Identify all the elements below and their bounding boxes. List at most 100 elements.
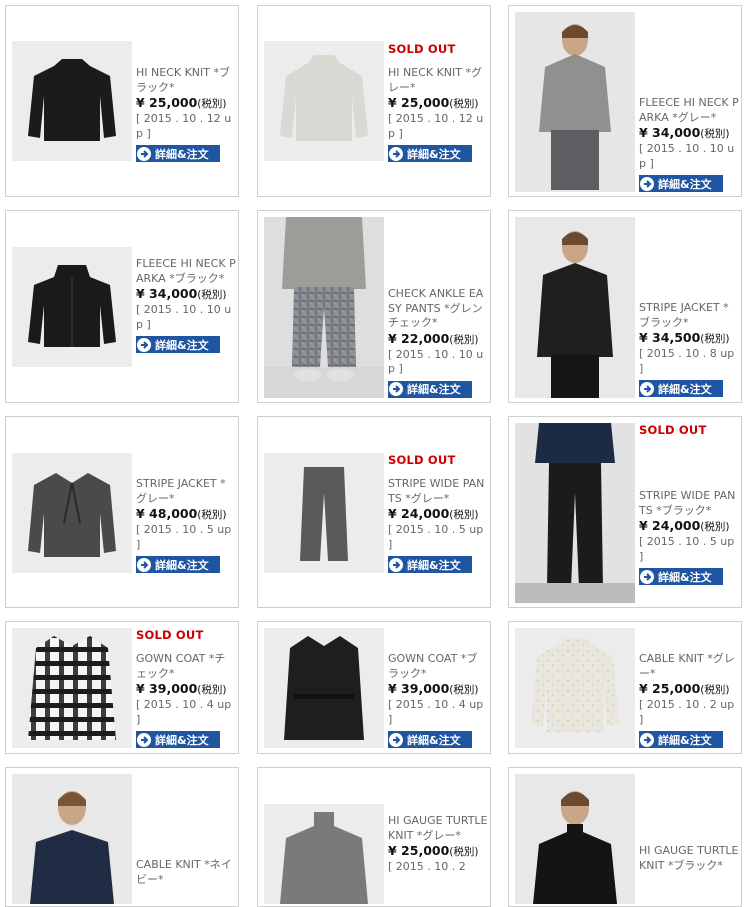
arrow-right-icon (640, 176, 654, 191)
product-info: SOLD OUT STRIPE WIDE PANTS *グレー* ¥ 24,00… (388, 453, 488, 574)
product-name[interactable]: HI NECK KNIT *グレー* (388, 66, 488, 95)
product-image[interactable] (264, 453, 384, 573)
product-image[interactable] (515, 774, 635, 904)
details-order-button[interactable]: 詳細&注文 (388, 380, 472, 398)
product-image[interactable] (515, 628, 635, 748)
product-name[interactable]: HI GAUGE TURTLE KNIT *ブラック* (639, 844, 739, 873)
details-order-button[interactable]: 詳細&注文 (639, 568, 723, 585)
upload-date: [ 2015 . 10 . 10 up ] (136, 303, 232, 331)
product-image[interactable] (515, 12, 635, 192)
product-price: ¥ 25,000(税別) (136, 95, 227, 110)
model-photo-icon (537, 231, 613, 398)
arrow-right-icon (389, 732, 403, 747)
arrow-right-icon (137, 557, 151, 572)
sold-out-badge: SOLD OUT (136, 628, 204, 642)
details-order-button[interactable]: 詳細&注文 (136, 556, 220, 573)
product-name[interactable]: STRIPE WIDE PANTS *ブラック* (639, 489, 739, 518)
details-order-button[interactable]: 詳細&注文 (388, 731, 472, 748)
sold-out-badge: SOLD OUT (388, 453, 456, 467)
product-name[interactable]: CHECK ANKLE EASY PANTS *グレンチェック* (388, 287, 488, 331)
product-price: ¥ 24,000(税別) (388, 506, 479, 521)
product-name[interactable]: FLEECE HI NECK PARKA *グレー* (639, 96, 739, 125)
product-name[interactable]: CABLE KNIT *グレー* (639, 652, 739, 681)
product-image[interactable] (12, 247, 132, 367)
details-order-button[interactable]: 詳細&注文 (136, 731, 220, 748)
product-price: ¥ 39,000(税別) (136, 681, 227, 696)
product-image[interactable] (12, 453, 132, 573)
pants-icon (300, 467, 348, 561)
parka-icon (28, 265, 116, 347)
product-card: SOLD OUT HI NECK KNIT *グレー* ¥ 25,000(税別)… (257, 5, 491, 197)
product-card: HI GAUGE TURTLE KNIT *ブラック* (508, 767, 742, 907)
sold-out-badge: SOLD OUT (639, 423, 707, 437)
product-image[interactable] (264, 628, 384, 748)
product-info: STRIPE JACKET *グレー* ¥ 48,000(税別) [ 2015 … (136, 477, 236, 574)
upload-date: [ 2015 . 10 . 5 up ] (388, 523, 484, 551)
product-name[interactable]: STRIPE JACKET *ブラック* (639, 301, 739, 330)
product-card: SOLD OUT GOWN COAT *チェック* ¥ 39,000(税別) [… (5, 621, 239, 754)
product-image[interactable] (264, 804, 384, 904)
arrow-right-icon (137, 146, 151, 161)
product-card: CHECK ANKLE EASY PANTS *グレンチェック* ¥ 22,00… (257, 210, 491, 403)
product-name[interactable]: FLEECE HI NECK PARKA *ブラック* (136, 257, 236, 286)
product-name[interactable]: STRIPE WIDE PANTS *グレー* (388, 477, 488, 506)
model-photo-icon (533, 791, 617, 904)
upload-date: [ 2015 . 10 . 4 up ] (388, 698, 484, 726)
arrow-right-icon (389, 557, 403, 572)
upload-date: [ 2015 . 10 . 12 up ] (136, 112, 232, 140)
product-info: CABLE KNIT *ネイビー* (136, 858, 236, 887)
turtleneck-icon (280, 812, 368, 904)
product-price: ¥ 25,000(税別) (388, 95, 479, 110)
product-name[interactable]: GOWN COAT *ブラック* (388, 652, 488, 681)
upload-date: [ 2015 . 10 . 2 (388, 860, 466, 873)
product-card: GOWN COAT *ブラック* ¥ 39,000(税別) [ 2015 . 1… (257, 621, 491, 754)
product-image[interactable] (264, 41, 384, 161)
upload-date: [ 2015 . 10 . 5 up ] (136, 523, 232, 551)
product-info: FLEECE HI NECK PARKA *ブラック* ¥ 34,000(税別)… (136, 257, 236, 354)
product-price: ¥ 34,000(税別) (639, 125, 730, 140)
product-name[interactable]: CABLE KNIT *ネイビー* (136, 858, 236, 887)
product-image[interactable] (12, 41, 132, 161)
product-name[interactable]: STRIPE JACKET *グレー* (136, 477, 236, 506)
sweater-icon (531, 638, 619, 732)
product-card: SOLD OUT STRIPE WIDE PANTS *グレー* ¥ 24,00… (257, 416, 491, 608)
product-info: HI GAUGE TURTLE KNIT *グレー* ¥ 25,000(税別) … (388, 814, 488, 875)
product-card: FLEECE HI NECK PARKA *ブラック* ¥ 34,000(税別)… (5, 210, 239, 403)
details-order-button[interactable]: 詳細&注文 (136, 336, 220, 353)
details-order-button[interactable]: 詳細&注文 (388, 556, 472, 573)
product-card: STRIPE JACKET *ブラック* ¥ 34,500(税別) [ 2015… (508, 210, 742, 403)
product-card: HI GAUGE TURTLE KNIT *グレー* ¥ 25,000(税別) … (257, 767, 491, 907)
product-price: ¥ 34,000(税別) (136, 286, 227, 301)
product-info: CABLE KNIT *グレー* ¥ 25,000(税別) [ 2015 . 1… (639, 652, 739, 749)
details-order-button[interactable]: 詳細&注文 (639, 380, 723, 397)
product-price: ¥ 25,000(税別) (639, 681, 730, 696)
details-order-button[interactable]: 詳細&注文 (388, 145, 472, 162)
upload-date: [ 2015 . 10 . 2 up ] (639, 698, 735, 726)
product-info: SOLD OUT STRIPE WIDE PANTS *ブラック* ¥ 24,0… (639, 423, 739, 586)
product-card: STRIPE JACKET *グレー* ¥ 48,000(税別) [ 2015 … (5, 416, 239, 608)
product-image[interactable] (515, 217, 635, 398)
details-order-button[interactable]: 詳細&注文 (639, 175, 723, 192)
product-image[interactable] (515, 423, 635, 603)
sweater-icon (28, 59, 116, 141)
product-image[interactable] (12, 628, 132, 748)
product-card: CABLE KNIT *ネイビー* (5, 767, 239, 907)
details-order-button[interactable]: 詳細&注文 (639, 731, 723, 748)
upload-date: [ 2015 . 10 . 4 up ] (136, 698, 232, 726)
model-photo-icon (539, 24, 611, 190)
model-photo-icon (515, 423, 635, 603)
upload-date: [ 2015 . 10 . 8 up ] (639, 347, 735, 375)
product-image[interactable] (264, 217, 384, 398)
details-order-button[interactable]: 詳細&注文 (136, 145, 220, 162)
model-photo-icon (264, 217, 384, 398)
product-name[interactable]: GOWN COAT *チェック* (136, 652, 236, 681)
product-info: STRIPE JACKET *ブラック* ¥ 34,500(税別) [ 2015… (639, 301, 739, 398)
product-info: SOLD OUT HI NECK KNIT *グレー* ¥ 25,000(税別)… (388, 42, 488, 163)
product-card: HI NECK KNIT *ブラック* ¥ 25,000(税別) [ 2015 … (5, 5, 239, 197)
product-name[interactable]: HI NECK KNIT *ブラック* (136, 66, 236, 95)
product-price: ¥ 34,500(税別) (639, 330, 730, 345)
upload-date: [ 2015 . 10 . 10 up ] (388, 347, 484, 376)
product-name[interactable]: HI GAUGE TURTLE KNIT *グレー* (388, 814, 488, 843)
product-image[interactable] (12, 774, 132, 904)
arrow-right-icon (137, 337, 151, 352)
